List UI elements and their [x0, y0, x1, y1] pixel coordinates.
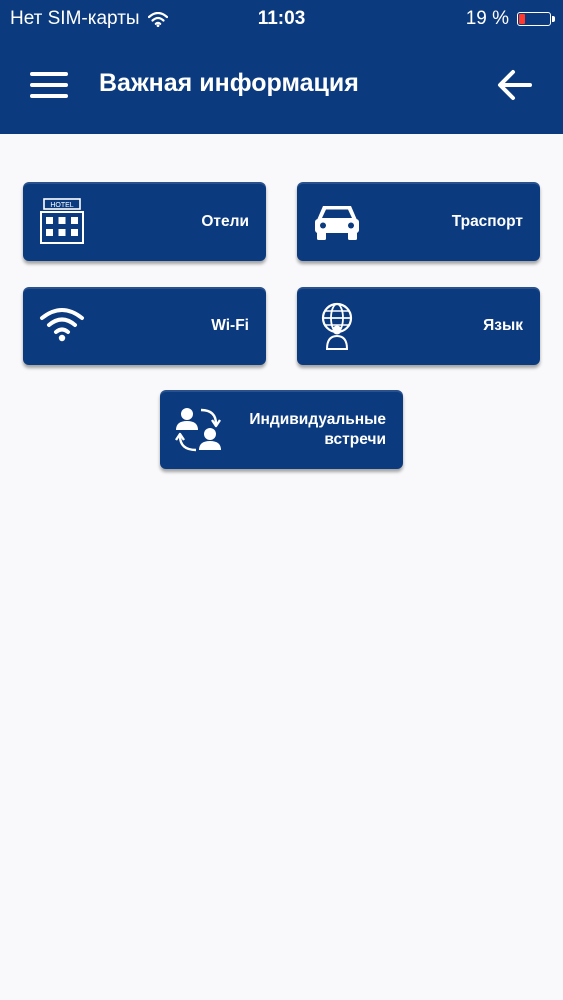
battery-percent: 19 % [465, 8, 509, 29]
hotels-label: Отели [201, 212, 249, 230]
transport-label: Траспорт [451, 212, 523, 230]
wifi-button[interactable]: Wi-Fi [23, 287, 266, 365]
navigation-bar: Важная информация [0, 38, 563, 134]
wifi-icon [40, 308, 84, 342]
people-exchange-icon [175, 408, 221, 452]
svg-text:HOTEL: HOTEL [50, 202, 73, 209]
individual-meetings-label: Индивидуальные встречи [249, 410, 386, 448]
language-button[interactable]: Язык [297, 287, 540, 365]
back-button[interactable] [496, 68, 532, 102]
hotel-icon: HOTEL [40, 198, 84, 244]
globe-person-icon [321, 302, 353, 350]
battery-icon [517, 12, 555, 26]
hotels-button[interactable]: HOTEL Отели [23, 182, 266, 261]
battery-level-fill [519, 14, 525, 24]
status-bar: Нет SIM-карты 11:03 19 % [0, 0, 563, 38]
transport-button[interactable]: Траспорт [297, 182, 540, 261]
arrow-left-icon [498, 70, 532, 100]
wifi-label: Wi-Fi [211, 317, 249, 334]
language-label: Язык [483, 317, 523, 334]
individual-meetings-button[interactable]: Индивидуальные встречи [160, 390, 403, 469]
app-header: Нет SIM-карты 11:03 19 % Важная информац… [0, 0, 563, 134]
hamburger-menu-icon [30, 72, 68, 76]
menu-button[interactable] [30, 72, 68, 100]
car-icon [315, 206, 359, 240]
page-title: Важная информация [99, 69, 359, 97]
battery-status: 19 % [465, 8, 555, 30]
